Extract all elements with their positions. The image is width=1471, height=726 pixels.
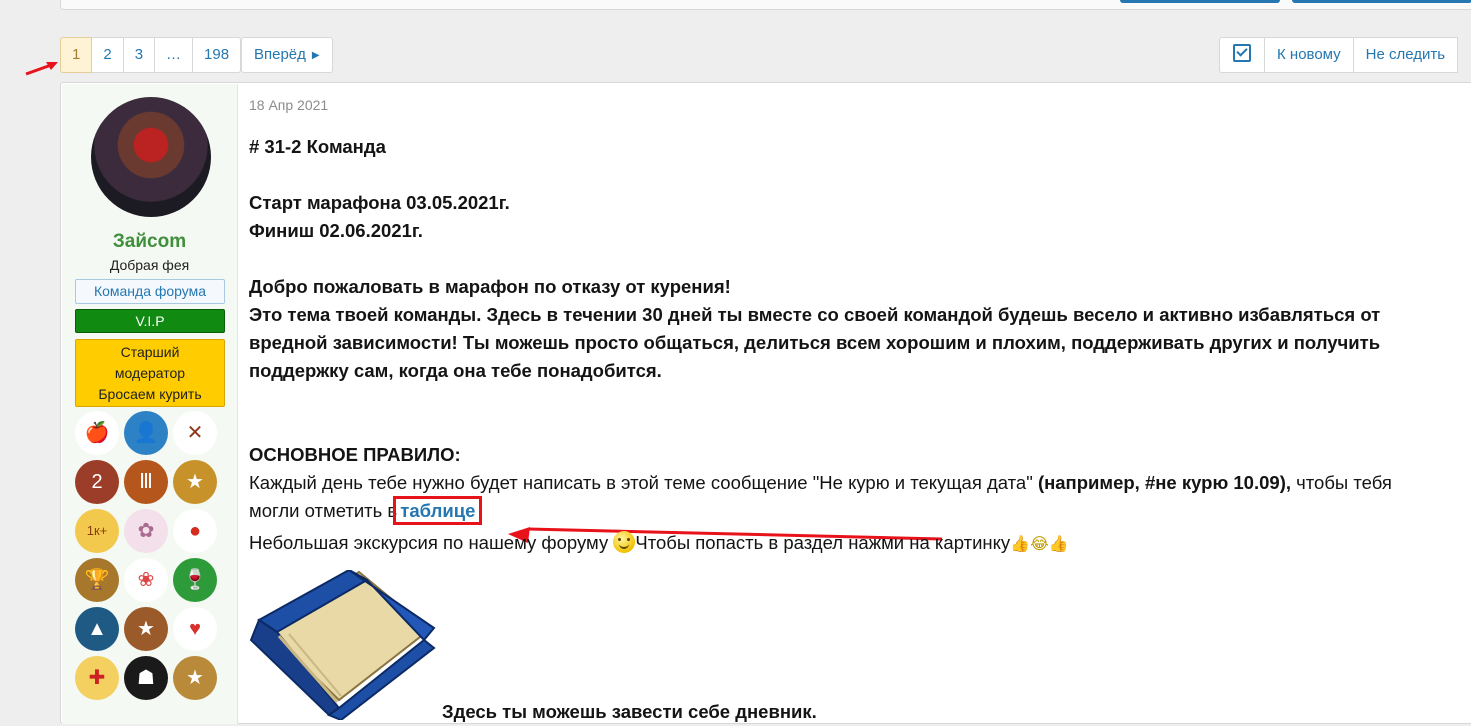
intro-line-1: Это тема твоей команды. Здесь в течении … bbox=[249, 304, 1381, 325]
page-link-3[interactable]: 3 bbox=[123, 37, 156, 73]
tomato-badge-icon[interactable]: ● bbox=[173, 509, 217, 553]
stars-house-badge-icon[interactable]: ★ bbox=[124, 607, 168, 651]
ninja-badge-icon[interactable]: ☗ bbox=[124, 656, 168, 700]
tour-line: Небольшая экскурсия по нашему форуму Что… bbox=[249, 529, 1069, 559]
banner-moderator-line2: модератор bbox=[114, 365, 186, 381]
trophy-badge-icon[interactable]: 🏆 bbox=[75, 558, 119, 602]
rule-text: Каждый день тебе нужно будет написать в … bbox=[249, 472, 1033, 493]
rule-title-text: ОСНОВНОЕ ПРАВИЛО: bbox=[249, 444, 461, 465]
heart-hands-badge-icon[interactable]: ♥ bbox=[173, 607, 217, 651]
jump-to-new-button[interactable]: К новому bbox=[1265, 37, 1354, 73]
medal-badge-icon[interactable]: 1к+ bbox=[75, 509, 119, 553]
post-author-panel: Зайсom Добрая фея Команда форума V.I.P С… bbox=[62, 84, 238, 724]
tour-text-1: Небольшая экскурсия по нашему форуму bbox=[249, 532, 609, 553]
marathon-start: Старт марафона 03.05.2021г. bbox=[249, 192, 510, 213]
user-badge-icon[interactable]: 👤 bbox=[124, 411, 168, 455]
intro-line-3: поддержку сам, когда она тебе понадобитс… bbox=[249, 360, 662, 381]
glass-badge-icon[interactable]: 🍷 bbox=[173, 558, 217, 602]
username[interactable]: Зайсom bbox=[62, 231, 237, 253]
stars-badge-icon[interactable]: ★ bbox=[173, 460, 217, 504]
caret-right-icon: ▶ bbox=[311, 50, 320, 61]
table-link[interactable]: таблице bbox=[393, 496, 483, 525]
top-button-secondary[interactable] bbox=[1292, 0, 1471, 3]
rule-title: ОСНОВНОЕ ПРАВИЛО: bbox=[249, 441, 461, 469]
rule-line2-text: могли отметить в bbox=[249, 500, 398, 521]
flowers-badge-icon[interactable]: ❀ bbox=[124, 558, 168, 602]
unwatch-button[interactable]: Не следить bbox=[1353, 37, 1459, 73]
page-link-1[interactable]: 1 bbox=[60, 37, 93, 73]
diary-book-image[interactable] bbox=[249, 570, 439, 720]
apple-badge-icon[interactable]: 🍎 bbox=[75, 411, 119, 455]
crossed-axes-badge-icon[interactable]: ✕ bbox=[173, 411, 217, 455]
select-posts-button[interactable] bbox=[1219, 37, 1265, 73]
user-title: Добрая фея bbox=[109, 257, 190, 273]
post-heading: # 31-2 Команда bbox=[249, 136, 386, 157]
banner-vip: V.I.P bbox=[75, 309, 225, 333]
ambulance-badge-icon[interactable]: ✚ bbox=[75, 656, 119, 700]
checkbox-icon bbox=[1233, 44, 1251, 62]
post-date[interactable]: 18 Апр 2021 bbox=[249, 97, 328, 113]
mountain-badge-icon[interactable]: ▲ bbox=[75, 607, 119, 651]
smile-icon bbox=[613, 531, 636, 553]
avatar[interactable] bbox=[91, 97, 211, 217]
fairy-badge-icon[interactable]: ✿ bbox=[124, 509, 168, 553]
banner-moderator: Старший модератор Бросаем курить bbox=[75, 339, 225, 407]
forum-post: Зайсom Добрая фея Команда форума V.I.P С… bbox=[60, 82, 1471, 724]
column-badge-icon[interactable]: Ⅲ bbox=[124, 460, 168, 504]
banner-moderator-line1: Старший bbox=[120, 344, 180, 360]
pagination: 1 2 3 … 198 bbox=[60, 37, 242, 73]
marathon-finish: Финиш 02.06.2021г. bbox=[249, 220, 423, 241]
next-page-label: Вперёд bbox=[254, 46, 306, 63]
suitcase-badge-icon[interactable]: 2 bbox=[75, 460, 119, 504]
page-link-last[interactable]: 198 bbox=[193, 37, 242, 73]
welcome-line: Добро пожаловать в марафон по отказу от … bbox=[249, 276, 731, 297]
rule-line-1: Каждый день тебе нужно будет написать в … bbox=[249, 469, 1392, 497]
banner-moderator-line3: Бросаем курить bbox=[98, 386, 202, 402]
red-arrow-annotation bbox=[25, 62, 58, 76]
page-jump-ellipsis[interactable]: … bbox=[155, 37, 194, 73]
thumbs-laugh-icon: 👍😂👍 bbox=[1010, 536, 1069, 553]
page-link-2[interactable]: 2 bbox=[92, 37, 124, 73]
tour-text-2: Чтобы попасть в раздел нажми на картинку bbox=[635, 532, 1011, 553]
rule-example: (например, #не курю 10.09), bbox=[1037, 472, 1291, 493]
book-stars-badge-icon[interactable]: ★ bbox=[173, 656, 217, 700]
intro-line-2: вредной зависимости! Ты можешь просто об… bbox=[249, 332, 1381, 353]
rule-tail: чтобы тебя bbox=[1296, 472, 1392, 493]
thread-actions: К новому Не следить bbox=[1219, 37, 1459, 73]
top-button-primary[interactable] bbox=[1120, 0, 1280, 3]
next-page-button[interactable]: Вперёд ▶ bbox=[241, 37, 333, 73]
diary-caption: Здесь ты можешь завести себе дневник. bbox=[442, 701, 817, 722]
rule-line-2: могли отметить в таблице bbox=[249, 496, 483, 525]
banner-staff: Команда форума bbox=[75, 279, 225, 304]
